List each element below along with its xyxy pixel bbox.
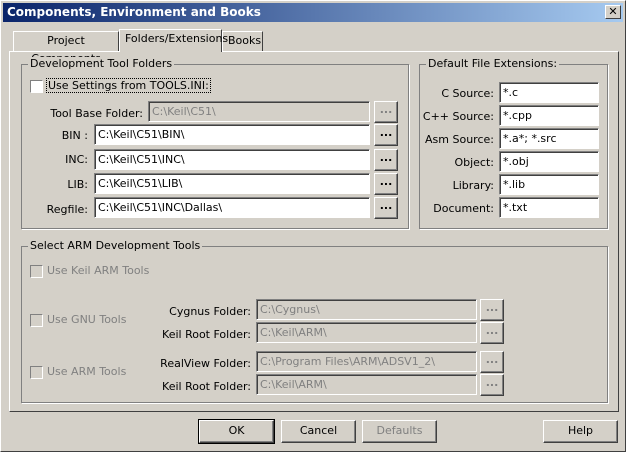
ok-button[interactable]: OK (198, 419, 275, 444)
document-field[interactable]: *.txt (499, 197, 599, 218)
tool-base-browse-button: ... (374, 101, 398, 123)
close-icon: ✕ (608, 5, 618, 18)
use-settings-checkbox[interactable] (30, 80, 43, 93)
help-button[interactable]: Help (543, 420, 618, 443)
cancel-button[interactable]: Cancel (281, 420, 356, 443)
group-title: Select ARM Development Tools (28, 239, 203, 252)
regfile-label: Regfile: (46, 203, 88, 216)
tab-label: Folders/Extensions (125, 32, 229, 45)
cpp-source-label: C++ Source: (422, 110, 494, 123)
tool-base-label: Tool Base Folder: (50, 107, 143, 120)
asm-source-label: Asm Source: (425, 133, 494, 146)
object-label: Object: (454, 156, 494, 169)
bin-field[interactable]: C:\Keil\C51\BIN\ (94, 124, 370, 145)
gnu-keil-root-label: Keil Root Folder: (162, 328, 251, 341)
gnu-keil-root-browse-button: ... (480, 322, 504, 344)
tool-base-field: C:\Keil\C51\ (148, 101, 370, 122)
tab-project-components[interactable]: Project Components (13, 31, 119, 65)
group-title: Development Tool Folders (28, 57, 175, 70)
realview-folder-field: C:\Program Files\ARM\ADSV1_2\ (256, 351, 477, 372)
object-field[interactable]: *.obj (499, 151, 599, 172)
library-label: Library: (452, 179, 494, 192)
tab-folders-extensions[interactable]: Folders/Extensions (119, 29, 228, 52)
arm-keil-root-label: Keil Root Folder: (162, 380, 251, 393)
regfile-field[interactable]: C:\Keil\C51\INC\Dallas\ (94, 197, 370, 218)
use-arm-label: Use ARM Tools (47, 365, 127, 378)
bin-browse-button[interactable]: ... (374, 124, 398, 146)
use-gnu-label: Use GNU Tools (47, 313, 127, 326)
group-title: Default File Extensions: (426, 57, 560, 70)
lib-field[interactable]: C:\Keil\C51\LIB\ (94, 173, 370, 194)
document-label: Document: (433, 202, 494, 215)
use-keil-arm-checkbox (30, 265, 43, 278)
library-field[interactable]: *.lib (499, 174, 599, 195)
realview-browse-button: ... (480, 351, 504, 373)
use-arm-checkbox (30, 366, 43, 379)
asm-source-field[interactable]: *.a*; *.src (499, 128, 599, 149)
bin-label: BIN : (61, 129, 88, 142)
lib-browse-button[interactable]: ... (374, 173, 398, 195)
c-source-label: C Source: (441, 87, 494, 100)
cygnus-folder-field: C:\Cygnus\ (256, 299, 477, 320)
defaults-button: Defaults (362, 420, 437, 443)
inc-label: INC: (65, 153, 88, 166)
use-settings-label[interactable]: Use Settings from TOOLS.INI: (46, 78, 211, 93)
window-title: Components, Environment and Books (7, 5, 261, 19)
inc-field[interactable]: C:\Keil\C51\INC\ (94, 149, 370, 170)
tab-label: Books (228, 34, 262, 47)
lib-label: LIB: (67, 178, 88, 191)
close-button[interactable]: ✕ (605, 5, 621, 19)
arm-keil-root-field: C:\Keil\ARM\ (256, 374, 477, 395)
inc-browse-button[interactable]: ... (374, 149, 398, 171)
regfile-browse-button[interactable]: ... (374, 197, 398, 219)
use-gnu-checkbox (30, 314, 43, 327)
cygnus-browse-button: ... (480, 299, 504, 321)
title-bar: Components, Environment and Books ✕ (3, 3, 623, 22)
use-keil-arm-label: Use Keil ARM Tools (47, 264, 150, 277)
c-source-field[interactable]: *.c (499, 82, 599, 103)
cpp-source-field[interactable]: *.cpp (499, 105, 599, 126)
arm-keil-root-browse-button: ... (480, 374, 504, 396)
realview-folder-label: RealView Folder: (160, 357, 251, 370)
gnu-keil-root-field: C:\Keil\ARM\ (256, 322, 477, 343)
dialog-window: Components, Environment and Books ✕ Proj… (0, 0, 626, 452)
cygnus-folder-label: Cygnus Folder: (169, 305, 251, 318)
